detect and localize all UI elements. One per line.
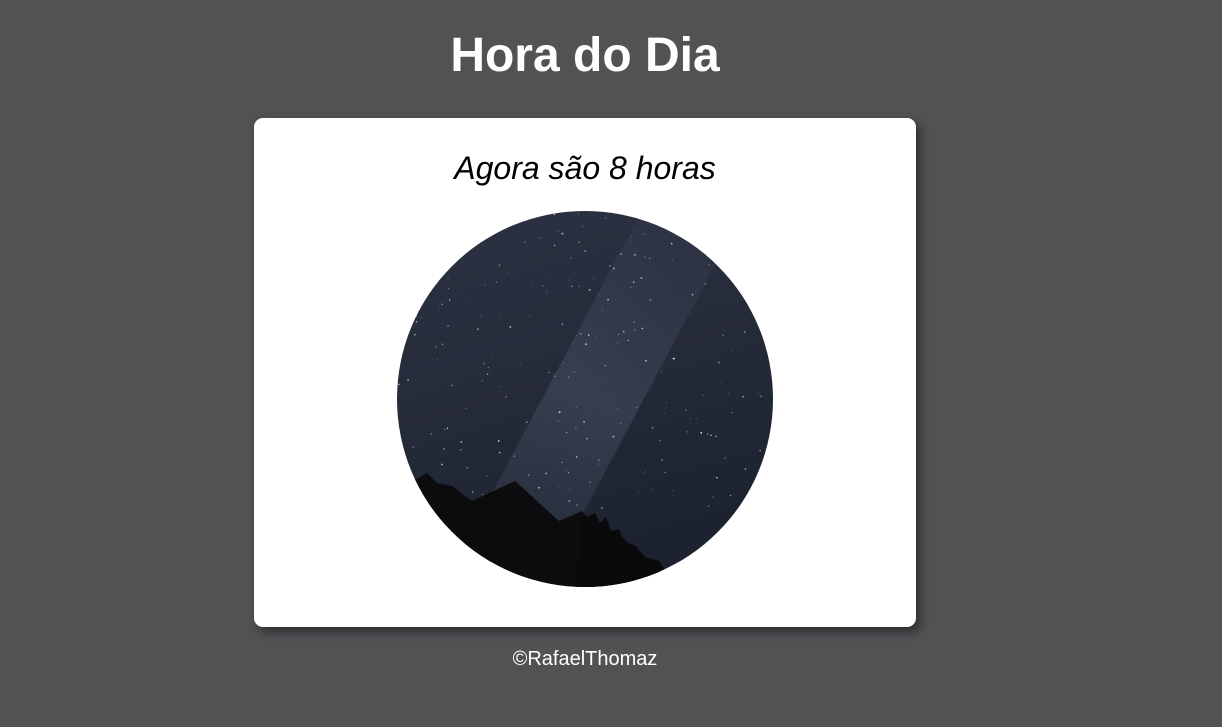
time-message: Agora são 8 horas <box>454 150 716 186</box>
time-card: Agora são 8 horas <box>254 118 916 627</box>
night-sky-photo-icon <box>397 211 773 587</box>
night-sky-photo <box>397 211 773 587</box>
page-title: Hora do Dia <box>450 29 720 82</box>
copyright-text: ©RafaelThomaz <box>512 648 658 670</box>
